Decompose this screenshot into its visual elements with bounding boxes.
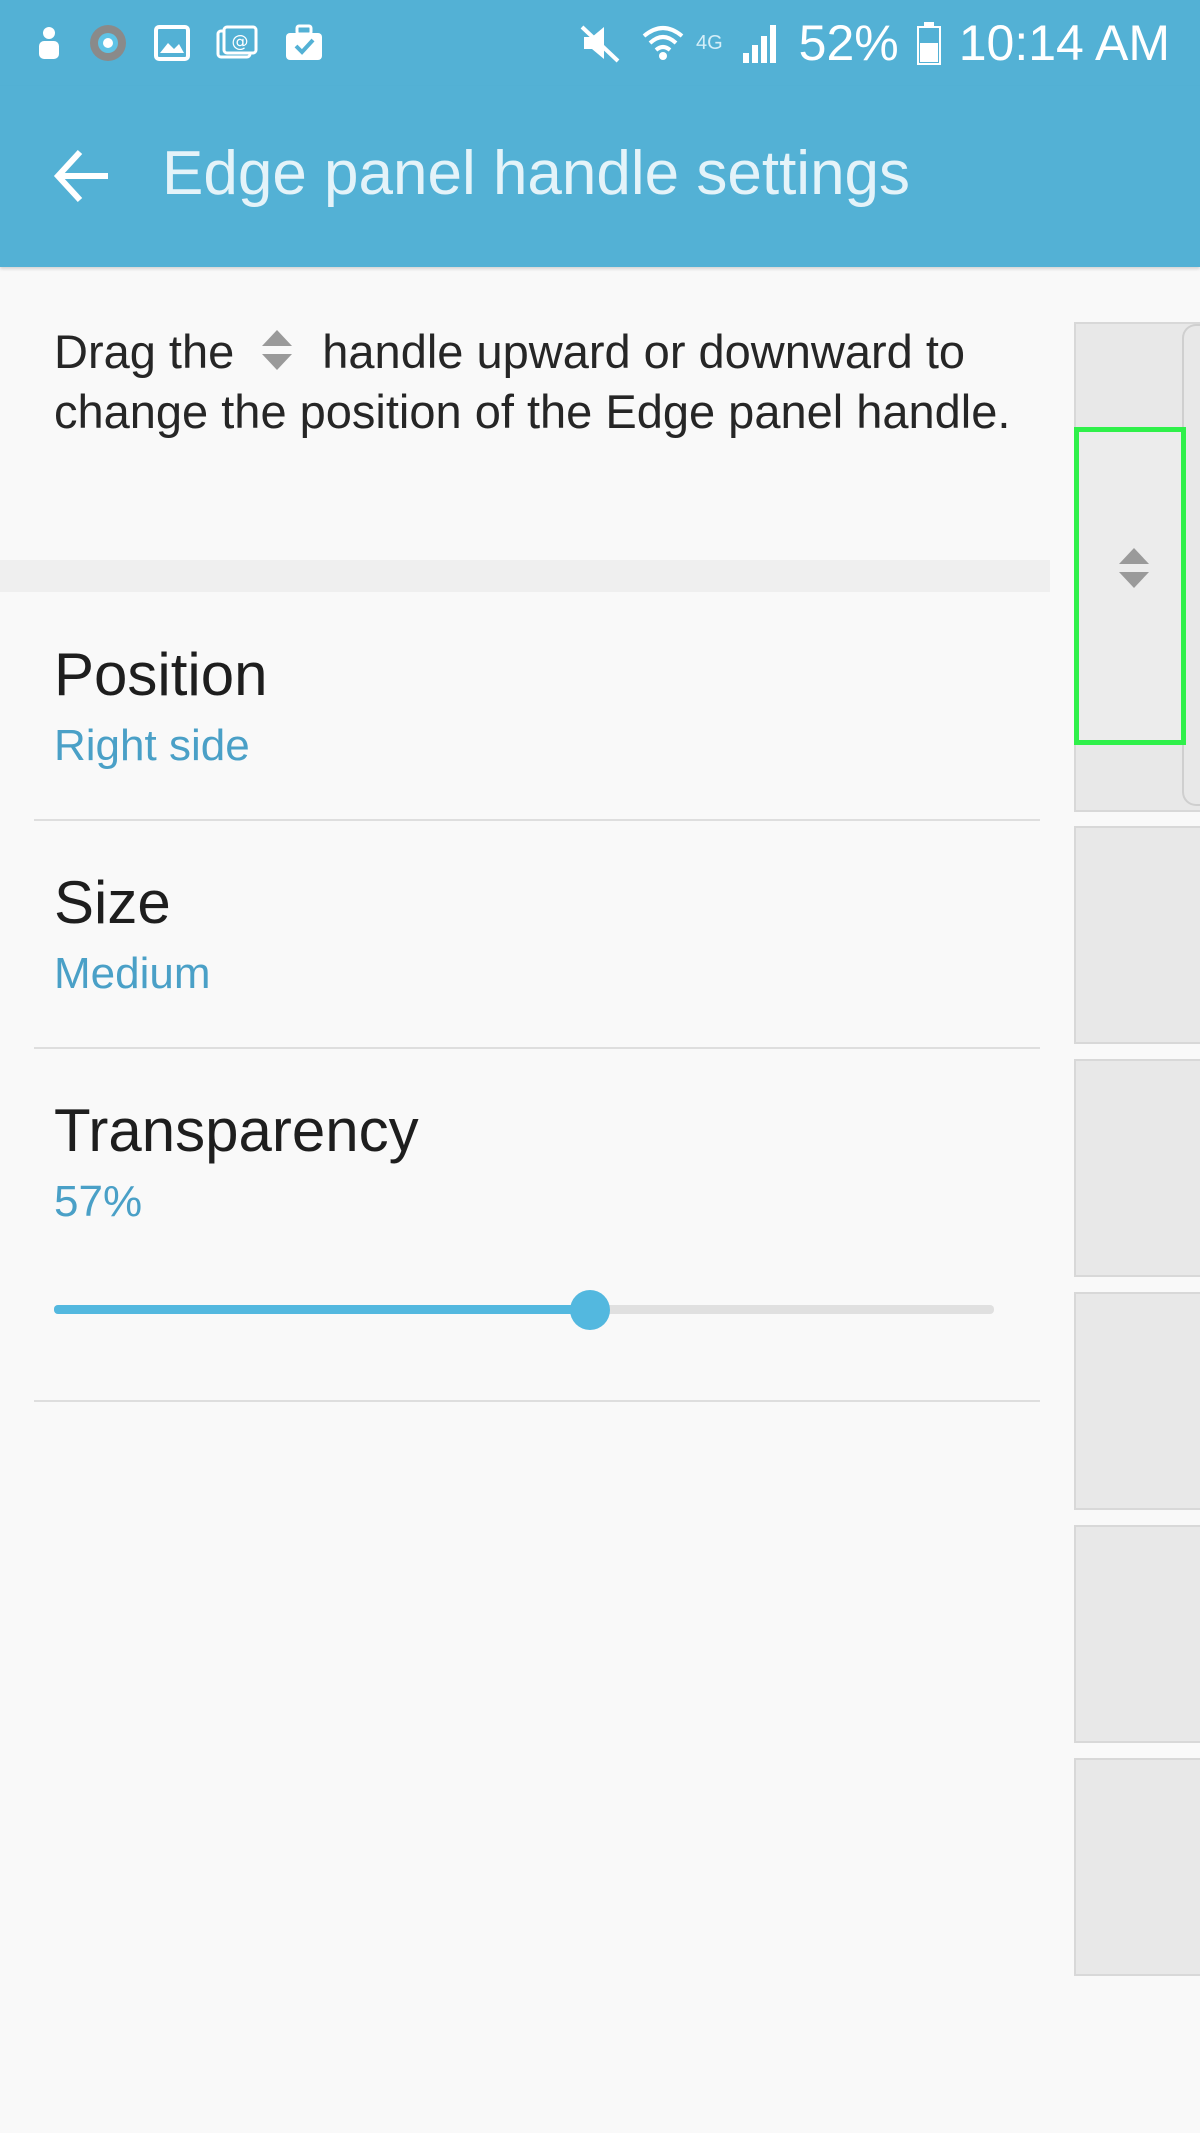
system-status: 4G 52% 10:14 AM bbox=[578, 12, 1170, 74]
drag-handle-icon bbox=[1119, 548, 1149, 588]
setting-size-value: Medium bbox=[54, 949, 211, 998]
arrow-left-icon bbox=[53, 149, 108, 203]
section-divider bbox=[0, 560, 1050, 592]
email-icon: @ bbox=[216, 25, 258, 59]
image-icon bbox=[154, 25, 190, 61]
setting-transparency-value: 57% bbox=[54, 1177, 143, 1226]
app-bar: Edge panel handle settings bbox=[0, 86, 1200, 267]
slider-thumb[interactable] bbox=[569, 1290, 610, 1330]
briefcase-check-icon bbox=[286, 24, 322, 60]
setting-size[interactable]: Size Medium bbox=[54, 868, 211, 999]
edge-position-slot[interactable] bbox=[1074, 1525, 1200, 1743]
transparency-slider[interactable] bbox=[54, 1290, 994, 1330]
edge-position-slot[interactable] bbox=[1074, 1292, 1200, 1510]
battery-icon bbox=[916, 22, 941, 65]
edge-position-slot[interactable] bbox=[1074, 826, 1200, 1044]
status-bar: @ 4G 52% 10:14 AM bbox=[0, 0, 1200, 86]
setting-transparency-title: Transparency bbox=[54, 1097, 419, 1164]
person-icon bbox=[39, 27, 59, 59]
edge-position-slot[interactable] bbox=[1074, 1059, 1200, 1277]
instruction-text-part1: Drag the bbox=[54, 325, 235, 378]
divider bbox=[34, 1047, 1040, 1049]
clock: 10:14 AM bbox=[958, 15, 1170, 71]
setting-position[interactable]: Position Right side bbox=[54, 640, 267, 771]
edge-panel-handle[interactable] bbox=[1074, 427, 1186, 745]
battery-percent: 52% bbox=[798, 15, 899, 71]
network-type-label: 4G bbox=[695, 31, 723, 54]
edge-position-slot[interactable] bbox=[1074, 1758, 1200, 1976]
slider-fill bbox=[54, 1305, 590, 1314]
setting-transparency: Transparency 57% bbox=[54, 1096, 419, 1227]
signal-icon bbox=[742, 25, 776, 63]
back-button[interactable] bbox=[50, 144, 114, 208]
divider bbox=[34, 1400, 1040, 1402]
divider bbox=[34, 819, 1040, 821]
setting-position-value: Right side bbox=[54, 721, 250, 770]
gear-notification-icon bbox=[90, 25, 126, 61]
setting-position-title: Position bbox=[54, 641, 268, 708]
setting-size-title: Size bbox=[54, 869, 171, 936]
wifi-icon bbox=[642, 26, 684, 60]
drag-handle-icon bbox=[262, 330, 293, 370]
mute-icon bbox=[580, 25, 620, 63]
edge-handle-position-column bbox=[1074, 322, 1200, 1976]
notification-icons: @ bbox=[36, 18, 324, 68]
svg-text:@: @ bbox=[232, 32, 249, 52]
page-title: Edge panel handle settings bbox=[162, 139, 911, 208]
instruction-text: Drag the handle upward or downward to ch… bbox=[54, 322, 1014, 442]
